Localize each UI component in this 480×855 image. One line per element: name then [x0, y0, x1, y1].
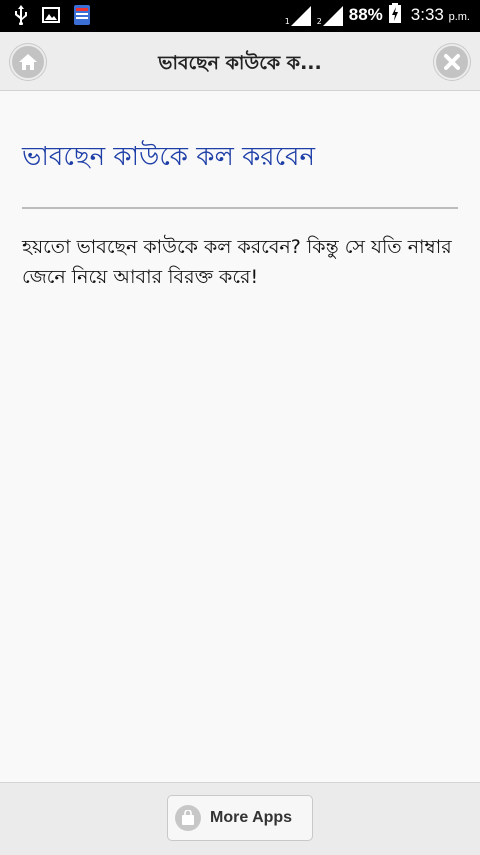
system-status: 1 2 88% 3:33 p.m.	[285, 3, 470, 27]
close-button[interactable]	[434, 44, 470, 80]
battery-charging-icon	[388, 3, 401, 27]
more-apps-button[interactable]: More Apps	[167, 795, 313, 841]
clock: 3:33 p.m.	[411, 5, 470, 25]
usb-icon	[14, 5, 28, 29]
battery-percent: 88%	[348, 5, 383, 24]
main-content: ভাবছেন কাউকে কল করবেন	[22, 140, 458, 174]
image-icon	[42, 7, 60, 27]
app-notification-icon	[74, 5, 90, 29]
article-heading: ভাবছেন কাউকে কল করবেন	[22, 142, 316, 172]
signal-icon	[290, 6, 311, 26]
sim2-label: 2	[316, 17, 322, 26]
close-icon	[444, 54, 460, 70]
notification-icons	[14, 5, 90, 29]
page-title: ভাবছেন কাউকে ক...	[158, 52, 322, 74]
app-header: ভাবছেন কাউকে ক...	[0, 32, 480, 91]
sim1-signal: 1	[285, 4, 311, 26]
footer-bar: More Apps	[0, 782, 480, 855]
shopping-bag-icon	[175, 805, 201, 831]
home-icon	[19, 54, 37, 70]
sim1-label: 1	[284, 17, 290, 26]
divider	[22, 207, 458, 209]
home-button[interactable]	[10, 44, 46, 80]
signal-icon	[322, 6, 343, 26]
status-bar: 1 2 88% 3:33 p.m.	[0, 0, 480, 32]
clock-suffix: p.m.	[448, 11, 470, 23]
more-apps-label: More Apps	[210, 809, 293, 826]
clock-time: 3:33	[410, 5, 444, 24]
sim2-signal: 2	[317, 4, 343, 26]
article-body: হয়তো ভাবছেন কাউকে কল করবেন? কিন্তু সে য…	[22, 236, 452, 288]
